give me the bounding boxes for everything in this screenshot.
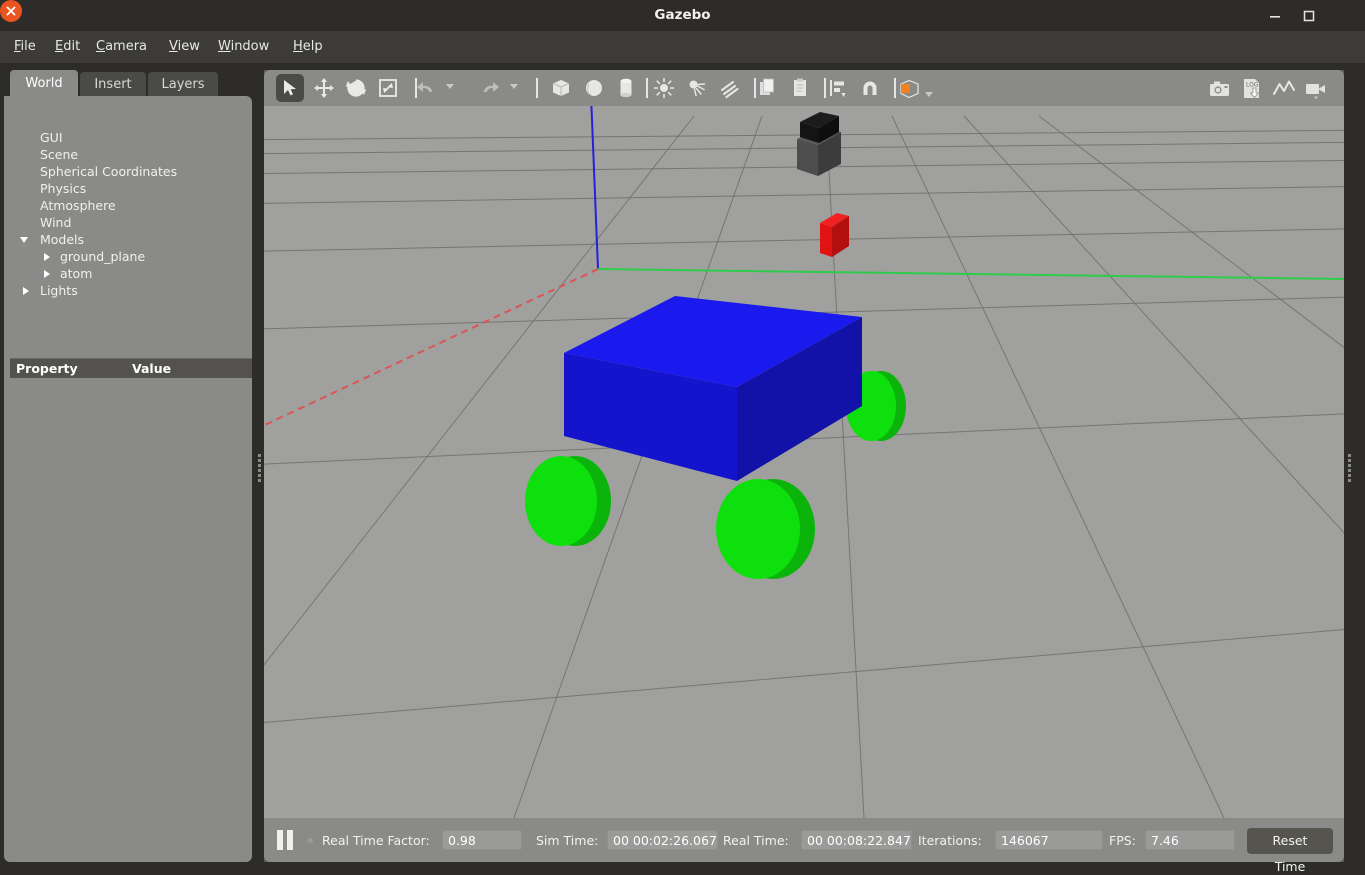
gazebo-window: Gazebo File Edit Camera View Window Help… bbox=[0, 0, 1365, 875]
tree-item-models[interactable]: Models bbox=[40, 231, 84, 248]
value-column-header: Value bbox=[132, 361, 172, 376]
menu-file-rest: ile bbox=[20, 39, 36, 54]
sim-time-label: Sim Time: bbox=[536, 833, 599, 848]
property-table-header: Property Value bbox=[10, 358, 252, 378]
menu-window-mnemonic: W bbox=[218, 39, 231, 54]
insert-cylinder-button[interactable] bbox=[612, 74, 640, 102]
tree-item-physics[interactable]: Physics bbox=[40, 180, 86, 197]
status-bar: Real Time Factor: 0.98 Sim Time: 00 00:0… bbox=[264, 818, 1344, 874]
real-time-factor-value: 0.98 bbox=[442, 830, 522, 850]
property-column-header: Property bbox=[16, 361, 78, 376]
wheel-front-left bbox=[525, 456, 611, 546]
real-time-factor-label: Real Time Factor: bbox=[322, 833, 430, 848]
menu-window-rest: indow bbox=[230, 39, 270, 54]
tree-item-atmosphere[interactable]: Atmosphere bbox=[40, 197, 116, 214]
menu-file[interactable]: File bbox=[7, 31, 43, 63]
insert-spot-light-button[interactable] bbox=[683, 74, 711, 102]
minimize-button[interactable] bbox=[1266, 7, 1284, 25]
align-button[interactable] bbox=[824, 74, 852, 102]
translate-mode-button[interactable] bbox=[310, 74, 338, 102]
sim-time-value: 00 00:02:26.067 bbox=[607, 830, 718, 850]
copy-button[interactable] bbox=[754, 74, 782, 102]
tree-item-lights[interactable]: Lights bbox=[40, 282, 78, 299]
screenshot-button[interactable] bbox=[1206, 74, 1234, 102]
undo-dropdown-caret-icon[interactable] bbox=[446, 84, 454, 89]
select-mode-button[interactable] bbox=[276, 74, 304, 102]
view-angle-button[interactable] bbox=[896, 74, 924, 102]
real-time-label: Real Time: bbox=[723, 833, 789, 848]
insert-point-light-button[interactable] bbox=[650, 74, 678, 102]
left-splitter-handle[interactable] bbox=[255, 452, 263, 482]
3d-viewport[interactable] bbox=[264, 106, 1344, 818]
insert-directional-light-button[interactable] bbox=[715, 74, 743, 102]
menu-camera-rest: amera bbox=[105, 39, 148, 54]
chevron-down-icon-models[interactable] bbox=[20, 237, 28, 243]
render-area: LOG Real Time Factor: 0.98 Sim Time: 00 … bbox=[264, 70, 1344, 874]
real-time-value: 00 00:08:22.847 bbox=[801, 830, 912, 850]
menu-help-rest: elp bbox=[302, 39, 323, 54]
undo-button[interactable] bbox=[412, 74, 440, 102]
snap-button[interactable] bbox=[856, 74, 884, 102]
tree-item-gui[interactable]: GUI bbox=[40, 129, 63, 146]
paste-button[interactable] bbox=[786, 74, 814, 102]
tab-insert[interactable]: Insert bbox=[80, 72, 146, 98]
chevron-right-icon-atom[interactable] bbox=[44, 270, 50, 278]
window-title: Gazebo bbox=[654, 7, 711, 23]
menu-view[interactable]: View bbox=[162, 31, 207, 63]
svg-text:LOG: LOG bbox=[1246, 82, 1259, 89]
toolbar-separator-2 bbox=[536, 78, 538, 98]
log-record-button[interactable]: LOG bbox=[1238, 74, 1266, 102]
menu-bar: File Edit Camera View Window Help bbox=[0, 31, 1365, 63]
step-button[interactable] bbox=[308, 838, 313, 843]
iterations-value: 146067 bbox=[995, 830, 1103, 850]
redo-button[interactable] bbox=[476, 74, 504, 102]
menu-edit[interactable]: Edit bbox=[48, 31, 87, 63]
tab-layers[interactable]: Layers bbox=[148, 72, 218, 98]
toolbar-separator-3 bbox=[646, 78, 648, 98]
rotate-mode-button[interactable] bbox=[342, 74, 370, 102]
menu-edit-mnemonic: E bbox=[55, 39, 64, 54]
insert-box-button[interactable] bbox=[547, 74, 575, 102]
redo-dropdown-caret-icon[interactable] bbox=[510, 84, 518, 89]
panel-tab-row: World Insert Layers bbox=[4, 70, 252, 98]
fps-value: 7.46 bbox=[1145, 830, 1235, 850]
maximize-button[interactable] bbox=[1300, 7, 1318, 25]
menu-camera-mnemonic: C bbox=[96, 39, 106, 54]
render-toolbar: LOG bbox=[264, 70, 1344, 106]
scale-mode-button[interactable] bbox=[374, 74, 402, 102]
tree-item-spherical-coordinates[interactable]: Spherical Coordinates bbox=[40, 163, 177, 180]
menu-help-mnemonic: H bbox=[293, 39, 303, 54]
menu-view-mnemonic: V bbox=[169, 39, 178, 54]
plot-button[interactable] bbox=[1270, 74, 1298, 102]
property-table-body bbox=[4, 378, 252, 862]
record-video-button[interactable] bbox=[1302, 74, 1330, 102]
tree-item-scene[interactable]: Scene bbox=[40, 146, 78, 163]
chevron-right-icon-lights[interactable] bbox=[23, 287, 29, 295]
right-splitter-handle[interactable] bbox=[1345, 452, 1353, 482]
title-bar: Gazebo bbox=[0, 0, 1365, 31]
wheel-front-right bbox=[716, 479, 815, 579]
chevron-right-icon-ground-plane[interactable] bbox=[44, 253, 50, 261]
scene-render bbox=[264, 106, 1344, 818]
insert-sphere-button[interactable] bbox=[580, 74, 608, 102]
fps-label: FPS: bbox=[1109, 833, 1136, 848]
view-angle-dropdown-caret-icon[interactable] bbox=[925, 92, 933, 97]
tree-item-wind[interactable]: Wind bbox=[40, 214, 71, 231]
lidar-sensor bbox=[797, 112, 841, 176]
menu-window[interactable]: Window bbox=[211, 31, 276, 63]
menu-view-rest: iew bbox=[177, 39, 200, 54]
tab-world[interactable]: World bbox=[10, 70, 78, 98]
tree-item-ground-plane[interactable]: ground_plane bbox=[60, 248, 145, 265]
pause-button[interactable] bbox=[274, 830, 296, 850]
tree-item-atom[interactable]: atom bbox=[60, 265, 92, 282]
reset-time-button[interactable]: Reset Time bbox=[1247, 828, 1333, 874]
menu-camera[interactable]: Camera bbox=[89, 31, 154, 63]
left-panel: World Insert Layers GUI Scene Spherical … bbox=[4, 70, 252, 862]
menu-help[interactable]: Help bbox=[286, 31, 330, 63]
menu-edit-rest: dit bbox=[63, 39, 81, 54]
iterations-label: Iterations: bbox=[918, 833, 982, 848]
